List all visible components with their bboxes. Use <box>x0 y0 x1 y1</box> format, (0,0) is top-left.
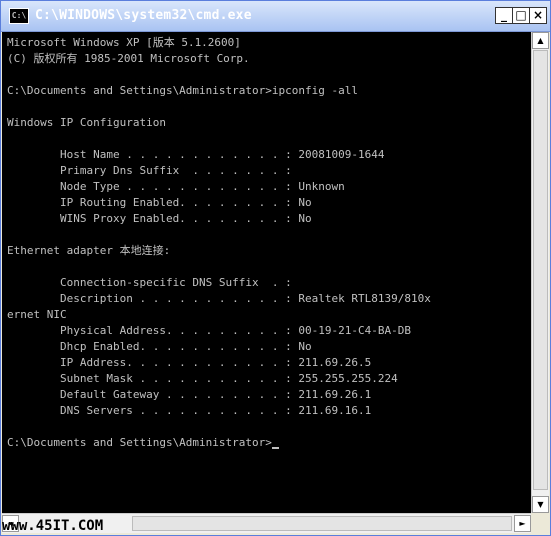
title-bar[interactable]: C:\ C:\WINDOWS\system32\cmd.exe _ □ × <box>1 1 550 32</box>
cmd-icon[interactable]: C:\ <box>9 8 29 24</box>
console-line: ernet NIC <box>7 308 67 321</box>
console-line: DNS Servers . . . . . . . . . . . : 211.… <box>7 404 372 417</box>
maximize-icon: □ <box>515 8 527 22</box>
console-line: Host Name . . . . . . . . . . . . : 2008… <box>7 148 385 161</box>
vertical-scroll-thumb[interactable] <box>533 50 548 490</box>
horizontal-scroll-thumb[interactable] <box>132 516 512 531</box>
minimize-icon: _ <box>501 8 507 22</box>
console-line: Primary Dns Suffix . . . . . . . : <box>7 164 292 177</box>
console-line: Physical Address. . . . . . . . . : 00-1… <box>7 324 411 337</box>
window-title: C:\WINDOWS\system32\cmd.exe <box>35 8 252 23</box>
scroll-up-button[interactable]: ▲ <box>532 32 549 49</box>
maximize-button[interactable]: □ <box>512 7 530 24</box>
console-line: Description . . . . . . . . . . . : Real… <box>7 292 431 305</box>
console-line: C:\Documents and Settings\Administrator> <box>7 436 272 449</box>
cmd-window: C:\ C:\WINDOWS\system32\cmd.exe _ □ × Mi… <box>0 0 551 536</box>
close-button[interactable]: × <box>529 7 547 24</box>
console-line: C:\Documents and Settings\Administrator>… <box>7 84 358 97</box>
scroll-right-button[interactable]: ► <box>514 515 531 532</box>
console-line: Connection-specific DNS Suffix . : <box>7 276 292 289</box>
console-line: Default Gateway . . . . . . . . . : 211.… <box>7 388 372 401</box>
console-line: (C) 版权所有 1985-2001 Microsoft Corp. <box>7 52 250 65</box>
console-line: Node Type . . . . . . . . . . . . : Unkn… <box>7 180 345 193</box>
console-text: Microsoft Windows XP [版本 5.1.2600] (C) 版… <box>2 32 531 451</box>
close-icon: × <box>532 8 544 22</box>
console-output[interactable]: Microsoft Windows XP [版本 5.1.2600] (C) 版… <box>2 32 531 513</box>
scroll-down-button[interactable]: ▼ <box>532 496 549 513</box>
vertical-scrollbar[interactable]: ▲ ▼ <box>531 32 549 513</box>
console-line: IP Routing Enabled. . . . . . . . : No <box>7 196 312 209</box>
console-line: Microsoft Windows XP [版本 5.1.2600] <box>7 36 241 49</box>
text-cursor <box>271 447 279 449</box>
watermark: www.45IT.COM <box>2 518 104 534</box>
console-line: IP Address. . . . . . . . . . . . : 211.… <box>7 356 372 369</box>
console-line: Ethernet adapter 本地连接: <box>7 244 171 257</box>
console-line: Subnet Mask . . . . . . . . . . . : 255.… <box>7 372 398 385</box>
console-line: Dhcp Enabled. . . . . . . . . . . : No <box>7 340 312 353</box>
minimize-button[interactable]: _ <box>495 7 513 24</box>
console-line: Windows IP Configuration <box>7 116 166 129</box>
console-line: WINS Proxy Enabled. . . . . . . . : No <box>7 212 312 225</box>
